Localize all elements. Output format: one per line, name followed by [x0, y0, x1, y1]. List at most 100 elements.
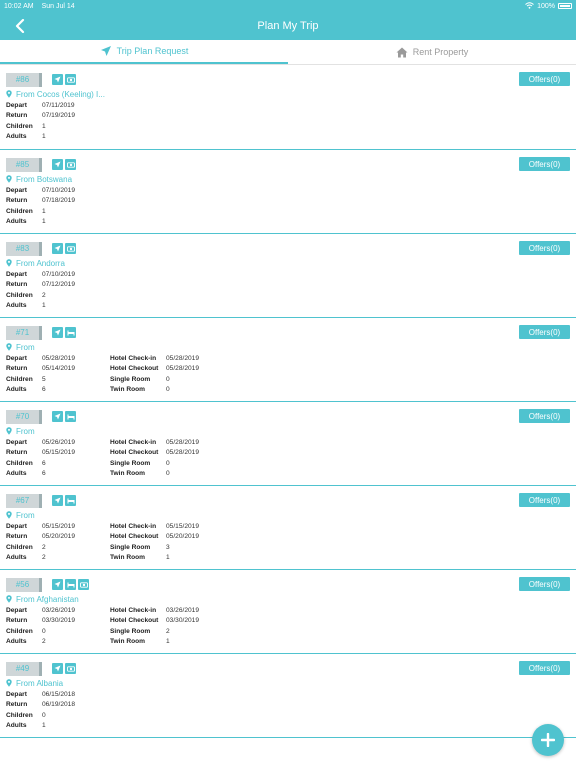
- detail-label: Twin Room: [110, 386, 146, 394]
- location-pin-icon: [6, 343, 12, 351]
- service-icons: [52, 663, 76, 674]
- detail-label: Adults: [6, 218, 27, 226]
- trip-card[interactable]: #83 Offers(0) From Andorra Depart 07/10/…: [0, 234, 576, 318]
- flight-icon: [52, 579, 63, 590]
- hotel-details: Hotel Check-in 05/28/2019 Hotel Checkout…: [110, 353, 199, 395]
- status-bar: 10:02 AM Sun Jul 14 100%: [0, 0, 576, 12]
- offers-button[interactable]: Offers(0): [519, 661, 570, 675]
- detail-value: 07/18/2019: [42, 197, 76, 205]
- tab-bar: Trip Plan Request Rent Property: [0, 40, 576, 64]
- detail-row: Return 06/19/2018: [6, 700, 110, 711]
- detail-row: Children 6: [6, 458, 110, 469]
- detail-row: Depart 07/11/2019: [6, 100, 110, 111]
- trip-origin: From Botswana: [6, 173, 570, 185]
- detail-label: Hotel Check-in: [110, 438, 157, 446]
- detail-value: 0: [166, 470, 170, 478]
- detail-value: 5: [42, 375, 46, 383]
- detail-value: 0: [42, 627, 46, 635]
- offers-button[interactable]: Offers(0): [519, 493, 570, 507]
- detail-row: Twin Room 0: [110, 385, 199, 396]
- offers-button[interactable]: Offers(0): [519, 72, 570, 86]
- trip-card[interactable]: #56 Offers(0) From Afghanistan Depart 03…: [0, 570, 576, 654]
- service-icons: [52, 579, 89, 590]
- trip-card[interactable]: #71 Offers(0) From Depart 05/28/2019 Ret…: [0, 318, 576, 402]
- detail-row: Depart 05/26/2019: [6, 437, 110, 448]
- detail-value: 1: [166, 554, 170, 562]
- travel-details: Depart 05/26/2019 Return 05/15/2019 Chil…: [6, 437, 110, 479]
- trip-card[interactable]: #49 Offers(0) From Albania Depart 06/15/…: [0, 654, 576, 738]
- detail-label: Children: [6, 207, 33, 215]
- trip-header: #83: [6, 241, 570, 256]
- detail-label: Children: [6, 459, 33, 467]
- trip-header: #71: [6, 325, 570, 340]
- hotel-icon: [65, 327, 76, 338]
- detail-value: 2: [42, 554, 46, 562]
- detail-label: Children: [6, 543, 33, 551]
- flight-icon: [52, 411, 63, 422]
- trip-card[interactable]: #67 Offers(0) From Depart 05/15/2019 Ret…: [0, 486, 576, 570]
- trip-card[interactable]: #70 Offers(0) From Depart 05/26/2019 Ret…: [0, 402, 576, 486]
- detail-label: Twin Room: [110, 554, 146, 562]
- trip-card[interactable]: #86 Offers(0) From Cocos (Keeling) I... …: [0, 65, 576, 150]
- tour-icon: [78, 579, 89, 590]
- origin-text: From Cocos (Keeling) I...: [16, 89, 105, 99]
- detail-row: Twin Room 1: [110, 637, 199, 648]
- detail-label: Depart: [6, 690, 27, 698]
- detail-label: Return: [6, 617, 28, 625]
- service-icons: [52, 411, 76, 422]
- detail-row: Return 05/15/2019: [6, 448, 110, 459]
- detail-value: 07/12/2019: [42, 281, 76, 289]
- detail-row: Children 2: [6, 542, 110, 553]
- flight-icon: [52, 495, 63, 506]
- origin-text: From: [16, 426, 35, 436]
- detail-row: Adults 1: [6, 132, 110, 143]
- offers-button[interactable]: Offers(0): [519, 157, 570, 171]
- offers-button[interactable]: Offers(0): [519, 409, 570, 423]
- status-right: 100%: [525, 1, 572, 11]
- trip-id-badge: #86: [6, 72, 42, 87]
- detail-label: Adults: [6, 638, 27, 646]
- detail-label: Hotel Checkout: [110, 365, 159, 373]
- detail-label: Depart: [6, 438, 27, 446]
- detail-row: Twin Room 1: [110, 553, 199, 564]
- tab-trip-plan-request[interactable]: Trip Plan Request: [0, 40, 288, 64]
- trip-origin: From: [6, 341, 570, 353]
- travel-details: Depart 05/15/2019 Return 05/20/2019 Chil…: [6, 521, 110, 563]
- chevron-left-icon: [15, 19, 25, 33]
- offers-button[interactable]: Offers(0): [519, 325, 570, 339]
- origin-text: From Albania: [16, 678, 64, 688]
- detail-row: Depart 05/28/2019: [6, 353, 110, 364]
- flight-icon: [52, 74, 63, 85]
- travel-details: Depart 03/26/2019 Return 03/30/2019 Chil…: [6, 605, 110, 647]
- hotel-details: Hotel Check-in 05/15/2019 Hotel Checkout…: [110, 521, 199, 563]
- service-icons: [52, 74, 76, 85]
- travel-details: Depart 06/15/2018 Return 06/19/2018 Chil…: [6, 689, 110, 731]
- detail-row: Children 5: [6, 374, 110, 385]
- offers-button[interactable]: Offers(0): [519, 577, 570, 591]
- trip-card[interactable]: #85 Offers(0) From Botswana Depart 07/10…: [0, 150, 576, 234]
- detail-label: Return: [6, 197, 28, 205]
- detail-label: Adults: [6, 386, 27, 394]
- status-date: Sun Jul 14: [41, 2, 75, 10]
- detail-label: Return: [6, 701, 28, 709]
- tab-rent-property[interactable]: Rent Property: [288, 40, 576, 64]
- offers-button[interactable]: Offers(0): [519, 241, 570, 255]
- trip-header: #67: [6, 493, 570, 508]
- location-pin-icon: [6, 595, 12, 603]
- back-button[interactable]: [10, 16, 30, 36]
- origin-text: From Andorra: [16, 258, 65, 268]
- detail-row: Depart 07/10/2019: [6, 269, 110, 280]
- detail-label: Return: [6, 533, 28, 541]
- origin-text: From: [16, 510, 35, 520]
- detail-value: 06/15/2018: [42, 690, 76, 698]
- detail-value: 05/28/2019: [166, 354, 200, 362]
- origin-text: From Afghanistan: [16, 594, 79, 604]
- battery-icon: [558, 3, 572, 9]
- trip-list[interactable]: #86 Offers(0) From Cocos (Keeling) I... …: [0, 65, 576, 768]
- add-trip-button[interactable]: [532, 724, 564, 756]
- location-pin-icon: [6, 90, 12, 98]
- trip-header: #56: [6, 577, 570, 592]
- detail-label: Hotel Checkout: [110, 533, 159, 541]
- detail-row: Adults 2: [6, 553, 110, 564]
- travel-details: Depart 07/10/2019 Return 07/18/2019 Chil…: [6, 185, 110, 227]
